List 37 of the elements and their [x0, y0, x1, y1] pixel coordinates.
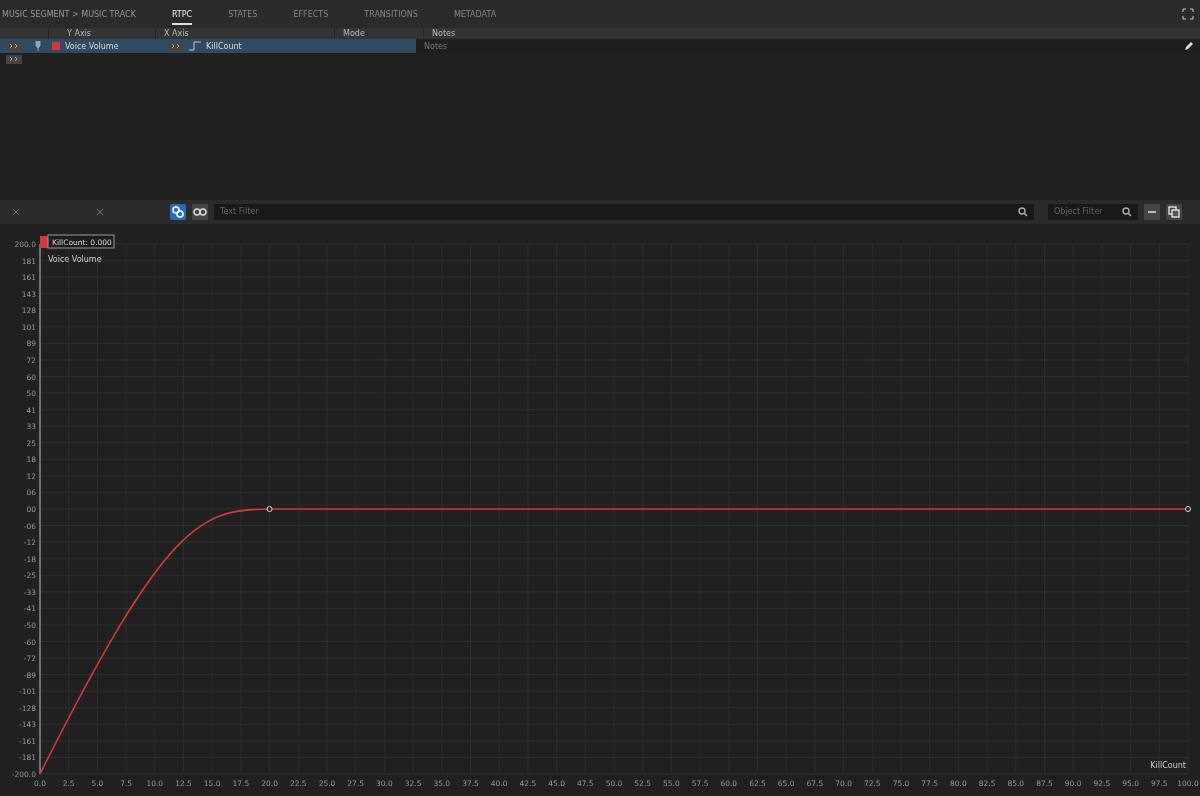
- object-filter-field[interactable]: Object Filter: [1048, 203, 1138, 220]
- table-cell: KillCount: [206, 41, 242, 51]
- minus-button[interactable]: [1144, 203, 1160, 220]
- text-filter-field[interactable]: Text Filter: [214, 203, 1034, 220]
- curve-point[interactable]: [1185, 506, 1191, 512]
- tab[interactable]: EFFECTS: [293, 3, 329, 25]
- link-button[interactable]: [170, 203, 186, 220]
- breadcrumb: MUSIC SEGMENT > MUSIC TRACK: [1, 9, 137, 19]
- window-button[interactable]: [1166, 203, 1182, 220]
- close-icon[interactable]: [96, 207, 104, 216]
- maximize-icon[interactable]: [1182, 8, 1194, 21]
- notes-field[interactable]: Notes: [420, 41, 628, 51]
- tab[interactable]: RTPC: [171, 3, 193, 25]
- pencil-icon[interactable]: [1184, 41, 1194, 52]
- tab[interactable]: STATES: [228, 3, 258, 25]
- expand-button[interactable]: [168, 41, 184, 51]
- curve-label: Voice Volume: [48, 255, 102, 264]
- color-swatch[interactable]: [52, 42, 60, 51]
- double-chevron-icon: [9, 56, 19, 63]
- minus-icon: [1148, 210, 1156, 213]
- windows-icon: [1168, 205, 1180, 218]
- pin-icon[interactable]: [35, 41, 41, 52]
- tab[interactable]: METADATA: [453, 3, 497, 25]
- search-icon: [1122, 206, 1132, 217]
- expand-button[interactable]: [6, 41, 22, 51]
- close-icon[interactable]: [12, 207, 20, 216]
- table-row[interactable]: Voice Volume KillCount Notes: [0, 39, 1200, 54]
- tab[interactable]: TRANSITIONS: [364, 3, 418, 25]
- x-axis-title: KillCount: [1150, 761, 1186, 770]
- expand-button[interactable]: [6, 54, 22, 64]
- chain-button[interactable]: [192, 203, 208, 220]
- double-chevron-icon: [171, 43, 181, 50]
- table-cell: Voice Volume: [65, 41, 119, 51]
- double-chevron-icon: [9, 43, 19, 50]
- step-curve-icon: [189, 41, 201, 52]
- curve-point[interactable]: [266, 506, 273, 512]
- search-icon: [1018, 206, 1028, 217]
